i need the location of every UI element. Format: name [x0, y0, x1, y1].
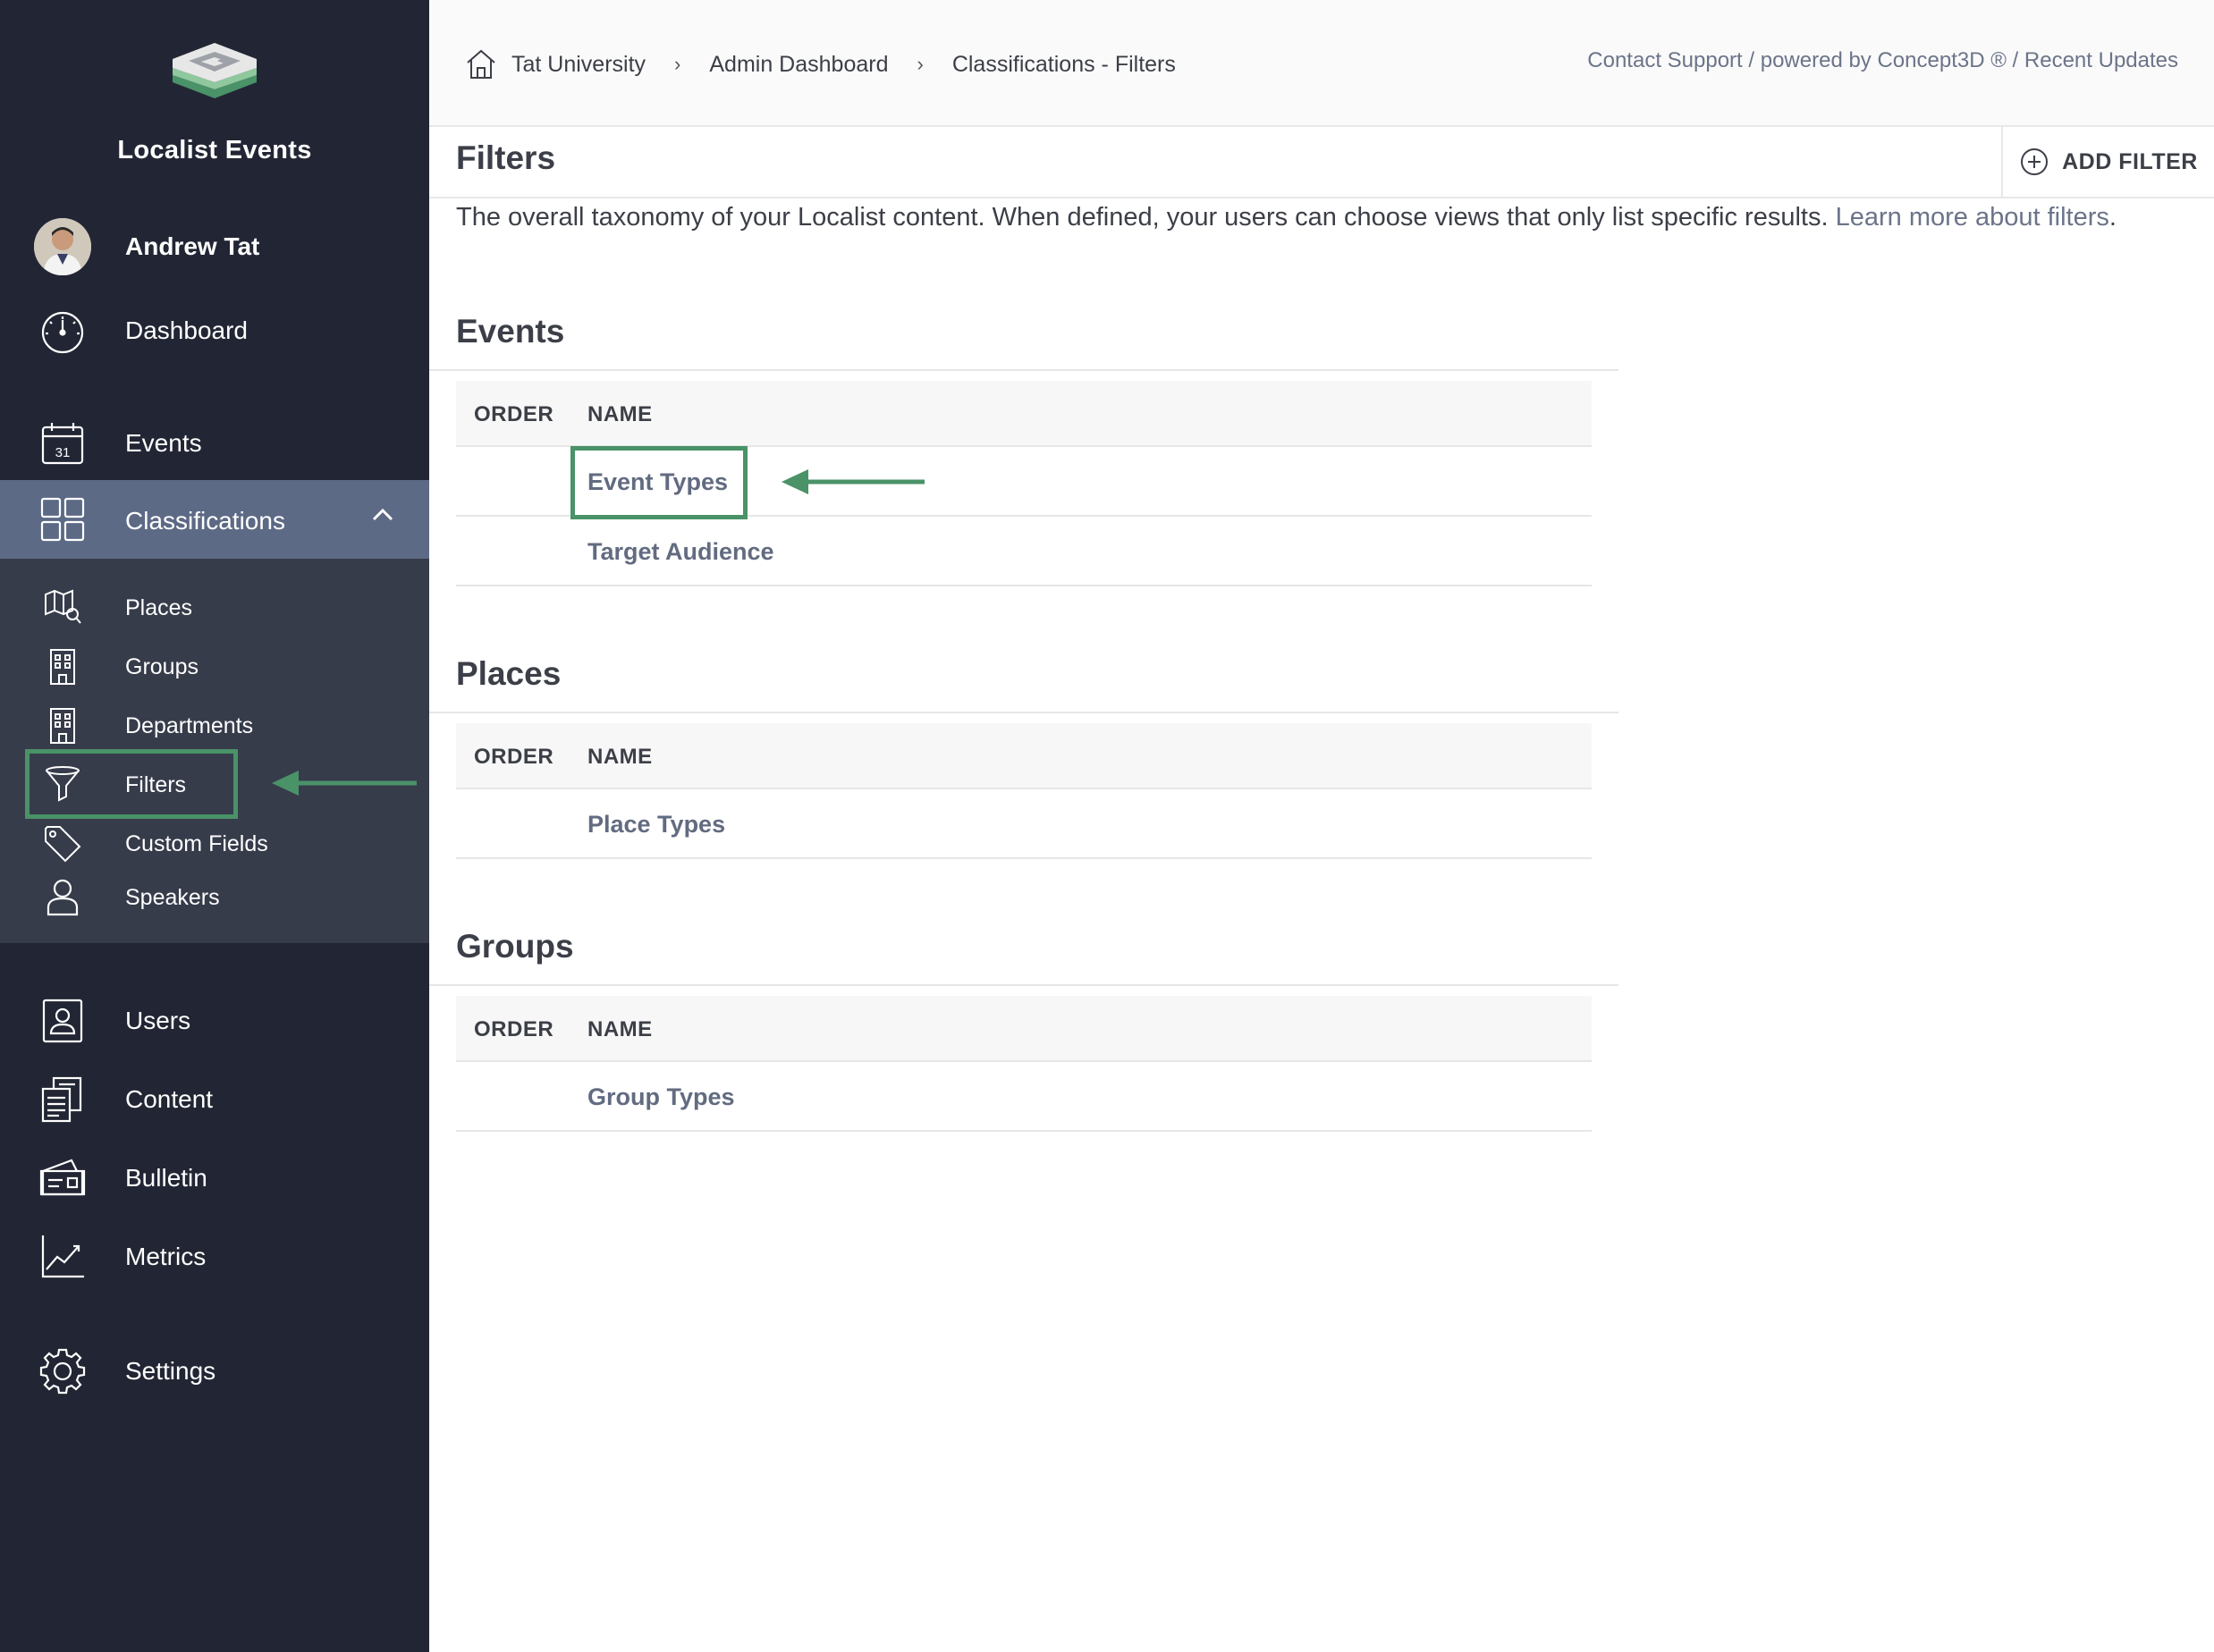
sidebar-item-label: Custom Fields — [125, 830, 268, 856]
svg-text:31: 31 — [55, 445, 71, 460]
column-header-name[interactable]: NAME — [587, 402, 653, 427]
filter-link-group-types[interactable]: Group Types — [587, 1083, 735, 1111]
column-header-order[interactable]: ORDER — [474, 745, 554, 770]
section-title-groups: Groups — [456, 928, 574, 965]
sidebar-item-groups[interactable]: Groups — [0, 642, 429, 692]
sidebar-item-label: Speakers — [125, 884, 220, 910]
calendar-icon: 31 — [36, 417, 89, 470]
sidebar-item-label: Users — [125, 1007, 191, 1034]
tag-icon — [39, 821, 86, 867]
sidebar-item-label: Dashboard — [125, 316, 248, 344]
table-header: ORDER NAME — [456, 723, 1592, 789]
plus-circle-icon — [2021, 148, 2049, 175]
sidebar-item-label: Settings — [125, 1357, 216, 1385]
top-links[interactable]: Contact Support / powered by Concept3D ®… — [1587, 48, 2178, 73]
breadcrumb-item-admin-dashboard[interactable]: Admin Dashboard — [709, 52, 888, 78]
app-name: Localist Events — [117, 136, 312, 164]
table-row: Target Audience — [456, 517, 1592, 586]
building-icon — [39, 703, 86, 749]
sidebar: Localist Events Andrew Tat Dashboard 31 … — [0, 0, 429, 1652]
avatar — [34, 218, 91, 275]
description-text: The overall taxonomy of your Localist co… — [456, 203, 1836, 232]
user-name: Andrew Tat — [125, 232, 260, 260]
gear-icon — [36, 1344, 89, 1398]
column-header-name[interactable]: NAME — [587, 1017, 653, 1042]
section-title-places: Places — [456, 655, 562, 692]
sidebar-item-label: Departments — [125, 712, 254, 738]
section-title-events: Events — [456, 313, 565, 350]
add-filter-label: ADD FILTER — [2062, 148, 2198, 174]
table-header: ORDER NAME — [456, 381, 1592, 447]
sidebar-item-label: Content — [125, 1085, 214, 1113]
documents-icon — [36, 1073, 89, 1126]
breadcrumb: Tat University › Admin Dashboard › Class… — [463, 46, 1176, 82]
breadcrumb-item-current: Classifications - Filters — [951, 51, 1176, 77]
sidebar-item-events[interactable]: 31 Events — [0, 411, 429, 476]
sidebar-item-speakers[interactable]: Speakers — [0, 872, 429, 923]
arrow-left-icon — [782, 469, 925, 494]
column-header-order[interactable]: ORDER — [474, 402, 554, 427]
sidebar-item-label: Events — [125, 429, 202, 457]
sidebar-item-content[interactable]: Content — [0, 1067, 429, 1132]
sidebar-item-metrics[interactable]: Metrics — [0, 1225, 429, 1289]
localist-logo-icon — [173, 43, 257, 98]
page-title: Filters — [456, 139, 556, 176]
table-row: Group Types — [456, 1062, 1592, 1132]
bulletin-icon — [36, 1151, 89, 1205]
building-icon — [39, 644, 86, 690]
column-header-order[interactable]: ORDER — [474, 1017, 554, 1042]
description-period: . — [2108, 203, 2117, 232]
sidebar-item-places[interactable]: Places — [0, 583, 429, 633]
sidebar-item-dashboard[interactable]: Dashboard — [0, 299, 429, 363]
breadcrumb-item-university[interactable]: Tat University — [511, 52, 646, 78]
sidebar-item-users[interactable]: Users — [0, 989, 429, 1053]
map-search-icon — [39, 585, 86, 631]
filter-link-place-types[interactable]: Place Types — [587, 811, 725, 839]
sidebar-item-label: Bulletin — [125, 1164, 207, 1192]
filter-link-target-audience[interactable]: Target Audience — [587, 538, 774, 566]
sidebar-item-custom-fields[interactable]: Custom Fields — [0, 819, 429, 869]
chevron-up-icon[interactable] — [367, 498, 399, 530]
divider — [429, 984, 1618, 986]
learn-more-link[interactable]: Learn more about filters — [1836, 203, 2109, 232]
sidebar-item-departments[interactable]: Departments — [0, 701, 429, 751]
top-bar: Tat University › Admin Dashboard › Class… — [429, 0, 2214, 127]
chart-line-icon — [36, 1230, 89, 1284]
sidebar-item-classifications[interactable]: Classifications — [0, 480, 429, 559]
highlight-box — [25, 749, 238, 819]
breadcrumb-separator: › — [674, 53, 681, 75]
divider — [429, 369, 1618, 371]
sidebar-item-label: Classifications — [125, 507, 285, 535]
title-bar: Filters ADD FILTER — [429, 127, 2214, 198]
sidebar-item-user[interactable]: Andrew Tat — [0, 215, 429, 279]
table-row: Place Types — [456, 789, 1592, 859]
highlight-box — [570, 446, 748, 519]
sidebar-item-bulletin[interactable]: Bulletin — [0, 1146, 429, 1210]
person-icon — [39, 874, 86, 921]
brand[interactable]: Localist Events — [0, 39, 429, 165]
breadcrumb-separator: › — [917, 53, 924, 75]
sidebar-item-settings[interactable]: Settings — [0, 1339, 429, 1403]
home-icon[interactable] — [463, 46, 499, 82]
add-filter-button[interactable]: ADD FILTER — [2001, 127, 2214, 197]
divider — [429, 712, 1618, 713]
column-header-name[interactable]: NAME — [587, 745, 653, 770]
arrow-left-icon — [272, 771, 417, 796]
table-header: ORDER NAME — [456, 996, 1592, 1062]
page-description: The overall taxonomy of your Localist co… — [456, 204, 2173, 232]
gauge-icon — [36, 304, 89, 358]
user-card-icon — [36, 994, 89, 1048]
grid-icon — [36, 493, 89, 546]
sidebar-item-label: Metrics — [125, 1243, 207, 1270]
sidebar-item-label: Places — [125, 594, 193, 620]
sidebar-item-label: Groups — [125, 653, 199, 679]
